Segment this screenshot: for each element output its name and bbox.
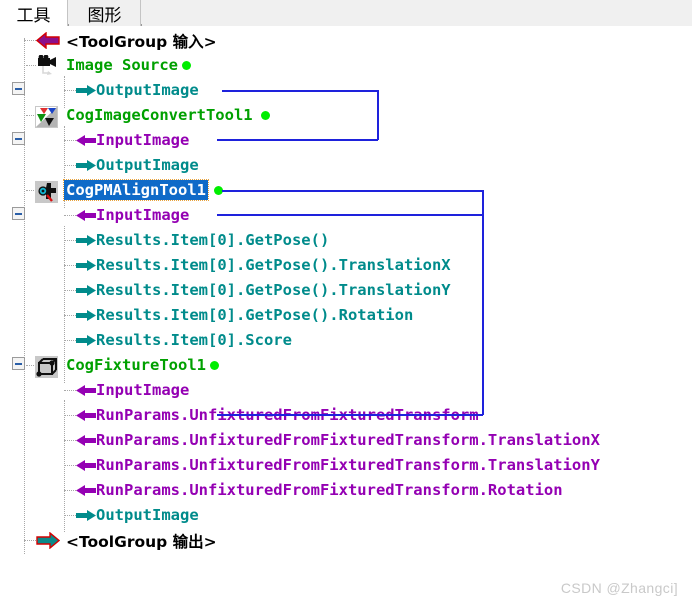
tree-label-fx-input: InputImage (96, 381, 190, 399)
tree-label-cogfixturetool1: CogFixtureTool1 (66, 356, 206, 374)
arrow-left-icon (76, 435, 96, 446)
tree-row-fx-unfix-tx[interactable]: RunParams.UnfixturedFromFixturedTransfor… (0, 428, 692, 453)
tree-guide-h18 (64, 490, 76, 491)
arrow-left-group-icon (36, 32, 60, 49)
tree-row-toolgroup-input[interactable]: <ToolGroup 输入> (0, 28, 692, 53)
tree-row-pma-tx[interactable]: Results.Item[0].GetPose().TranslationX (0, 253, 692, 278)
arrow-left-icon (76, 485, 96, 496)
tree-label-cic-input: InputImage (96, 131, 190, 149)
arrow-right-icon (76, 85, 96, 96)
tree-label-is-output: OutputImage (96, 81, 199, 99)
csdn-watermark: CSDN @Zhangci] (560, 580, 678, 596)
tree-label-toolgroup-input: <ToolGroup 输入> (66, 33, 217, 51)
tree-row-fx-input[interactable]: InputImage (0, 378, 692, 403)
connector-is-to-cic-bottom (217, 139, 378, 141)
connector-cic-to-fx-bottom (217, 414, 483, 416)
tree-label-pma-rot: Results.Item[0].GetPose().Rotation (96, 306, 414, 324)
tab-graphics-label: 图形 (87, 5, 122, 26)
tree-guide-h7 (64, 215, 76, 216)
tree-row-pma-getpose[interactable]: Results.Item[0].GetPose() (0, 228, 692, 253)
tree-label-fx-unfix-rot: RunParams.UnfixturedFromFixturedTransfor… (96, 481, 563, 499)
tree-label-fx-unfix-ty: RunParams.UnfixturedFromFixturedTransfor… (96, 456, 600, 474)
tree-guide-h1 (26, 65, 36, 66)
status-dot-image-source (182, 61, 191, 70)
tree-row-cogimageconverttool1[interactable]: CogImageConvertTool1 (0, 103, 692, 128)
tree-row-cogfixturetool1[interactable]: CogFixtureTool1 (0, 353, 692, 378)
connector-is-to-cic-right (377, 90, 379, 140)
tree-guide-h4 (64, 140, 76, 141)
tool-tree[interactable]: <ToolGroup 输入> Image Source OutputImage (0, 28, 692, 612)
tree-guide-h19 (64, 515, 76, 516)
pmalign-icon (35, 181, 58, 203)
arrow-left-icon (76, 385, 96, 396)
tree-guide-h2 (64, 90, 76, 91)
arrow-left-icon (76, 410, 96, 421)
status-dot-cogfixturetool1 (210, 361, 219, 370)
tree-row-cic-output[interactable]: OutputImage (0, 153, 692, 178)
arrow-right-icon (76, 260, 96, 271)
tree-label-cogpmaligntool1: CogPMAlignTool1 (63, 179, 209, 201)
arrow-right-icon (76, 335, 96, 346)
image-convert-icon (35, 106, 58, 128)
tab-graphics[interactable]: 图形 (69, 0, 141, 26)
camera-icon (38, 55, 56, 75)
tree-row-fx-output[interactable]: OutputImage (0, 503, 692, 528)
tree-guide-h9 (64, 265, 76, 266)
tree-guide-h14 (64, 390, 76, 391)
tree-row-pma-score[interactable]: Results.Item[0].Score (0, 328, 692, 353)
tree-label-image-source: Image Source (66, 56, 178, 74)
tree-guide-h10 (64, 290, 76, 291)
tree-guide-h20 (24, 540, 36, 541)
tree-label-cogimageconverttool1: CogImageConvertTool1 (66, 106, 253, 124)
tree-row-fx-unfix-rot[interactable]: RunParams.UnfixturedFromFixturedTransfor… (0, 478, 692, 503)
connector-is-to-cic-top (222, 90, 378, 92)
arrow-right-icon (76, 160, 96, 171)
tree-guide-h16 (64, 440, 76, 441)
tree-label-pma-getpose: Results.Item[0].GetPose() (96, 231, 330, 249)
tree-guide-h5 (64, 165, 76, 166)
fixture-icon (35, 356, 58, 378)
tree-row-toolgroup-output[interactable]: <ToolGroup 输出> (0, 528, 692, 553)
tree-guide-h0 (24, 40, 36, 41)
tab-strip-filler (142, 0, 692, 26)
arrow-right-icon (76, 510, 96, 521)
tree-label-pma-score: Results.Item[0].Score (96, 331, 292, 349)
tab-strip: 工具 图形 (0, 0, 692, 26)
connector-cic-to-pma-bottom (217, 214, 483, 216)
tree-row-image-source[interactable]: Image Source (0, 53, 692, 78)
tree-row-pma-rot[interactable]: Results.Item[0].GetPose().Rotation (0, 303, 692, 328)
connector-cic-to-pma-top (222, 190, 483, 192)
tree-guide-h17 (64, 465, 76, 466)
tree-label-fx-output: OutputImage (96, 506, 199, 524)
tree-row-pma-ty[interactable]: Results.Item[0].GetPose().TranslationY (0, 278, 692, 303)
connector-cic-bus-vertical (482, 190, 484, 415)
arrow-left-icon (76, 135, 96, 146)
tree-label-cic-output: OutputImage (96, 156, 199, 174)
tree-label-pma-input: InputImage (96, 206, 190, 224)
arrow-left-icon (76, 210, 96, 221)
tab-tools-label: 工具 (16, 5, 51, 26)
tree-label-fx-unfix-tx: RunParams.UnfixturedFromFixturedTransfor… (96, 431, 600, 449)
tree-guide-h8 (64, 240, 76, 241)
arrow-right-icon (76, 310, 96, 321)
tree-guide-h15 (64, 415, 76, 416)
tree-guide-h12 (64, 340, 76, 341)
arrow-right-icon (76, 235, 96, 246)
arrow-left-icon (76, 460, 96, 471)
arrow-right-icon (76, 285, 96, 296)
tree-label-pma-ty: Results.Item[0].GetPose().TranslationY (96, 281, 451, 299)
tree-guide-h11 (64, 315, 76, 316)
status-dot-cogimageconverttool1 (261, 111, 270, 120)
tab-tools[interactable]: 工具 (0, 0, 68, 26)
arrow-right-group-icon (36, 532, 60, 549)
tree-label-toolgroup-output: <ToolGroup 输出> (66, 533, 217, 551)
tree-row-fx-unfix-ty[interactable]: RunParams.UnfixturedFromFixturedTransfor… (0, 453, 692, 478)
tree-label-pma-tx: Results.Item[0].GetPose().TranslationX (96, 256, 451, 274)
